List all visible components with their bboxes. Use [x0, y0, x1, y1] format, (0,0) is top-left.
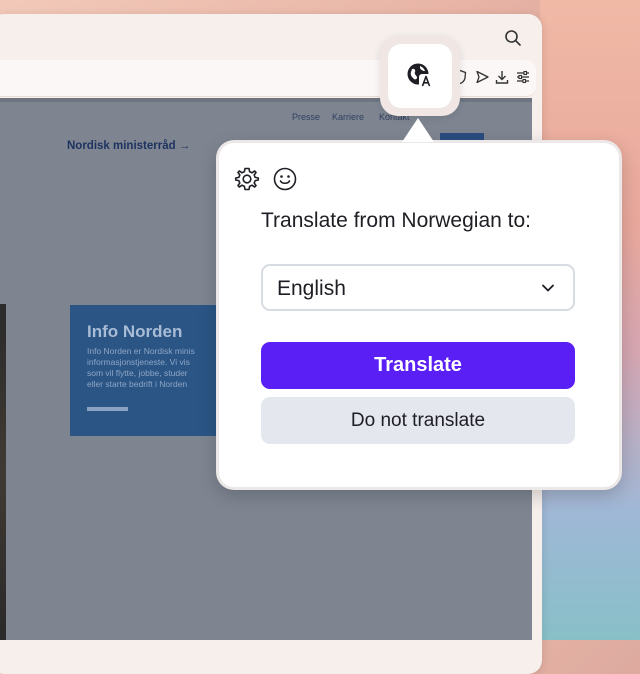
nordisk-ministerrad-link[interactable]: Nordisk ministerråd →: [67, 140, 190, 152]
nav-link-karriere[interactable]: Karriere: [332, 112, 364, 122]
translate-prompt: Translate from Norwegian to:: [261, 209, 531, 232]
info-norden-card[interactable]: Info Norden Info Norden er Nordisk minis…: [70, 305, 230, 436]
info-card-title: Info Norden: [87, 322, 183, 341]
download-icon[interactable]: [494, 69, 510, 85]
send-icon[interactable]: [474, 69, 490, 85]
translate-extension-inner: [388, 44, 452, 108]
gear-icon[interactable]: [234, 166, 260, 192]
popup-caret: [402, 118, 434, 142]
info-card-line: Info Norden er Nordisk minis: [87, 346, 195, 356]
language-select-value: English: [277, 277, 346, 300]
translate-icon: [407, 63, 433, 88]
settings-sliders-icon[interactable]: [515, 69, 531, 85]
info-card-accent-bar: [87, 407, 128, 411]
search-icon[interactable]: [504, 29, 522, 47]
info-card-text: Info Norden er Nordisk minis informasjon…: [87, 346, 230, 390]
language-select[interactable]: English: [261, 264, 575, 311]
nav-link-presse[interactable]: Presse: [292, 112, 320, 122]
info-card-line: eller starte bedrift i Norden: [87, 379, 188, 389]
do-not-translate-button[interactable]: Do not translate: [261, 397, 575, 444]
translate-extension-button[interactable]: [380, 36, 460, 116]
info-card-line: informasjonstjeneste. Vi vis: [87, 357, 190, 367]
smiley-icon[interactable]: [272, 166, 298, 192]
info-card-line: som vil flytte, jobbe, studer: [87, 368, 188, 378]
hero-image: [0, 304, 6, 640]
chevron-down-icon: [542, 284, 554, 292]
translate-button[interactable]: Translate: [261, 342, 575, 389]
